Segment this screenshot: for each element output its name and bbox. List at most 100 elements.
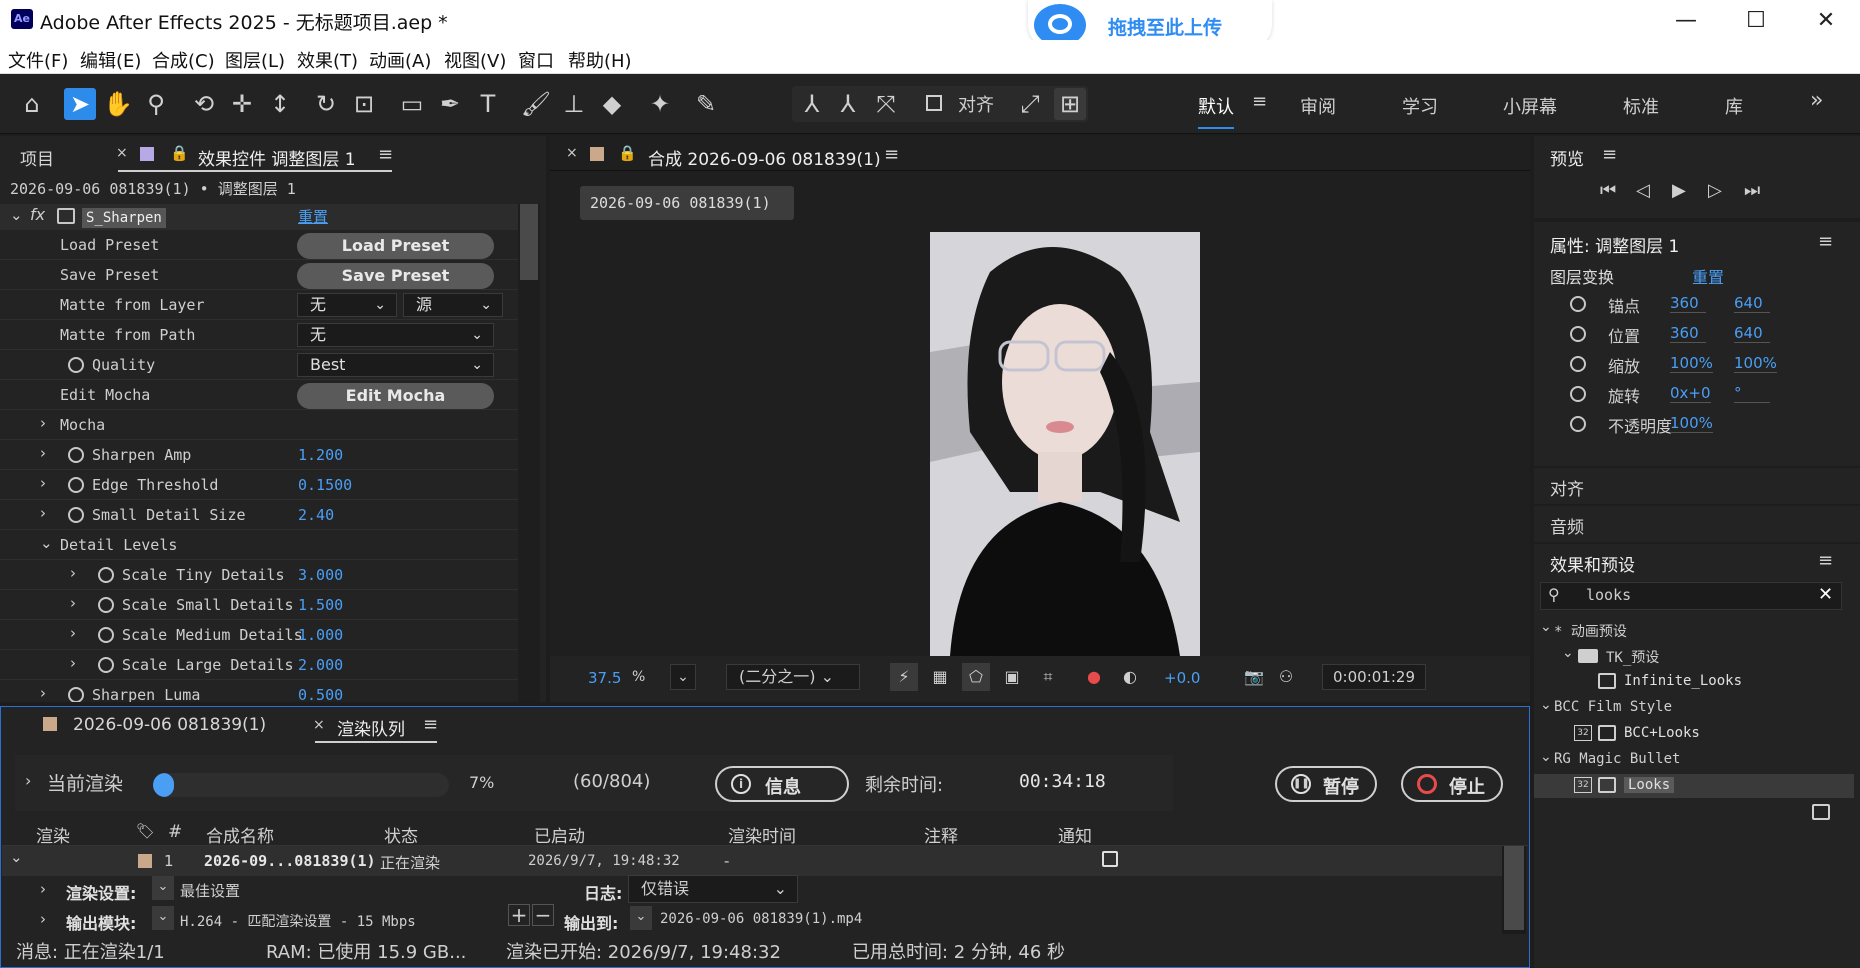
tab-timeline-comp[interactable]: 2026-09-06 081839(1): [73, 715, 266, 735]
expand-property-icon[interactable]: ›: [40, 444, 46, 462]
tree-item[interactable]: 32 BCC+Looks: [1534, 722, 1854, 746]
tree-item[interactable]: 32 Looks: [1534, 774, 1854, 798]
item-label-swatch[interactable]: [138, 854, 152, 868]
stop-button[interactable]: 停止: [1401, 766, 1503, 802]
effects-search-input[interactable]: looks: [1586, 586, 1631, 604]
expand-render-settings-icon[interactable]: ›: [40, 880, 46, 898]
expand-property-icon[interactable]: ›: [40, 504, 46, 522]
stopwatch-icon[interactable]: [1570, 416, 1586, 432]
show-snapshot-icon[interactable]: ⚇: [1272, 663, 1300, 691]
output-module-value[interactable]: H.264 - 匹配渲染设置 - 15 Mbps: [180, 911, 416, 931]
expand-property-icon[interactable]: ›: [70, 654, 76, 672]
item-comp-name[interactable]: 2026-09...081839(1): [204, 852, 376, 870]
comp-viewer-image[interactable]: [930, 232, 1200, 656]
transparency-grid-icon[interactable]: ▦: [926, 663, 954, 691]
previous-frame-icon[interactable]: ◁: [1636, 180, 1650, 201]
next-frame-icon[interactable]: ▷: [1708, 180, 1722, 201]
stopwatch-icon[interactable]: [98, 567, 114, 583]
snap-checkbox[interactable]: [926, 95, 942, 111]
rq-scrollbar-thumb[interactable]: [1504, 846, 1524, 930]
render-settings-dropdown-icon[interactable]: ⌄: [152, 876, 174, 900]
collapse-folder-icon[interactable]: ⌄: [1540, 697, 1552, 713]
tab-render-queue[interactable]: 渲染队列: [337, 715, 405, 740]
menu-animation[interactable]: 动画(A): [369, 47, 431, 73]
zoom-value[interactable]: 37.5: [588, 669, 621, 687]
transform-value-1[interactable]: 360: [1670, 324, 1706, 343]
mask-visibility-icon[interactable]: ⬠: [962, 663, 990, 691]
menu-effect[interactable]: 效果(T): [297, 47, 358, 73]
expand-property-icon[interactable]: ›: [70, 594, 76, 612]
col-render-time[interactable]: 渲染时间: [728, 822, 796, 847]
matte-layer-dropdown[interactable]: 源 ⌄: [403, 293, 503, 317]
property-value[interactable]: 1.500: [298, 596, 343, 614]
zoom-tool-icon[interactable]: ⚲: [140, 88, 172, 120]
world-axis-icon[interactable]: ⅄: [832, 88, 864, 120]
new-preset-icon[interactable]: [1812, 804, 1830, 820]
exposure-value[interactable]: +0.0: [1164, 669, 1200, 687]
col-comment[interactable]: 注释: [924, 822, 958, 847]
col-number[interactable]: #: [168, 822, 182, 842]
transform-reset-link[interactable]: 重置: [1692, 264, 1724, 288]
pen-tool-icon[interactable]: ✒: [434, 88, 466, 120]
col-render[interactable]: 渲染: [36, 822, 70, 847]
col-status[interactable]: 状态: [384, 822, 418, 847]
property-value[interactable]: 1.200: [298, 446, 343, 464]
stopwatch-icon[interactable]: [98, 627, 114, 643]
comp-lock-icon[interactable]: 🔒: [618, 144, 637, 162]
pause-button[interactable]: ❚❚ 暂停: [1275, 766, 1377, 802]
stopwatch-icon[interactable]: [1570, 296, 1586, 312]
hand-tool-icon[interactable]: ✋: [102, 88, 134, 120]
selection-tool-icon[interactable]: ➤: [64, 88, 96, 120]
workspace-more-icon[interactable]: »: [1810, 88, 1823, 113]
tree-item[interactable]: ⌄ TK_预设: [1534, 644, 1854, 668]
effect-scrollbar-thumb[interactable]: [520, 204, 538, 280]
properties-menu-icon[interactable]: ≡: [1818, 231, 1833, 252]
rq-menu-icon[interactable]: ≡: [423, 714, 438, 735]
first-frame-icon[interactable]: ⏮: [1600, 180, 1616, 201]
info-button[interactable]: i 信息: [715, 766, 849, 802]
workspace-standard[interactable]: 标准: [1623, 93, 1659, 119]
roto-brush-icon[interactable]: ✦: [644, 88, 676, 120]
reset-exposure-icon[interactable]: ◐: [1116, 663, 1144, 691]
transform-value-2[interactable]: 640: [1734, 294, 1770, 313]
workspace-library[interactable]: 库: [1725, 93, 1743, 119]
effects-presets-menu-icon[interactable]: ≡: [1818, 550, 1833, 571]
comp-panel-menu-icon[interactable]: ≡: [884, 144, 899, 165]
transform-value-2[interactable]: °: [1734, 384, 1770, 403]
transform-value-1[interactable]: 100%: [1670, 414, 1713, 433]
menu-window[interactable]: 窗口: [518, 47, 554, 73]
expand-property-icon[interactable]: ›: [40, 414, 46, 432]
audio-title[interactable]: 音频: [1550, 513, 1584, 538]
property-value[interactable]: 1.000: [298, 626, 343, 644]
stopwatch-icon[interactable]: [1570, 386, 1586, 402]
grid-guides-icon[interactable]: ⌗: [1034, 663, 1062, 691]
stopwatch-icon[interactable]: [1570, 326, 1586, 342]
expand-property-icon[interactable]: ›: [40, 684, 46, 702]
expand-property-icon[interactable]: ›: [70, 564, 76, 582]
pan-behind-icon[interactable]: ⊡: [348, 88, 380, 120]
tab-composition[interactable]: 合成 2026-09-06 081839(1): [648, 145, 881, 170]
expand-current-render-icon[interactable]: ›: [25, 771, 31, 790]
play-icon[interactable]: ▶: [1672, 180, 1686, 201]
brush-tool-icon[interactable]: 🖌: [520, 88, 552, 120]
col-comp-name[interactable]: 合成名称: [206, 822, 274, 847]
snap-target-icon[interactable]: ⊞: [1054, 88, 1086, 120]
menu-view[interactable]: 视图(V): [444, 47, 506, 73]
tree-item[interactable]: ⌄ BCC Film Style: [1534, 696, 1854, 720]
collapse-item-icon[interactable]: ⌄: [10, 848, 23, 866]
pan-camera-icon[interactable]: ✛: [226, 88, 258, 120]
property-dropdown[interactable]: 无 ⌄: [297, 323, 494, 347]
stopwatch-icon[interactable]: [68, 447, 84, 463]
menu-layer[interactable]: 图层(L): [225, 47, 285, 73]
preset-button[interactable]: Edit Mocha: [297, 383, 494, 409]
label-tag-icon[interactable]: 🏷: [136, 822, 155, 840]
channel-rgb-icon[interactable]: ●: [1080, 663, 1108, 691]
property-value[interactable]: 2.40: [298, 506, 334, 524]
menu-composition[interactable]: 合成(C): [152, 47, 215, 73]
col-notify[interactable]: 通知: [1058, 822, 1092, 847]
output-to-value[interactable]: 2026-09-06 081839(1).mp4: [660, 911, 862, 927]
expand-output-module-icon[interactable]: ›: [40, 910, 46, 928]
orbit-camera-icon[interactable]: ⟲: [188, 88, 220, 120]
expand-property-icon[interactable]: ›: [40, 474, 46, 492]
matte-layer-dropdown[interactable]: 无 ⌄: [297, 293, 397, 317]
